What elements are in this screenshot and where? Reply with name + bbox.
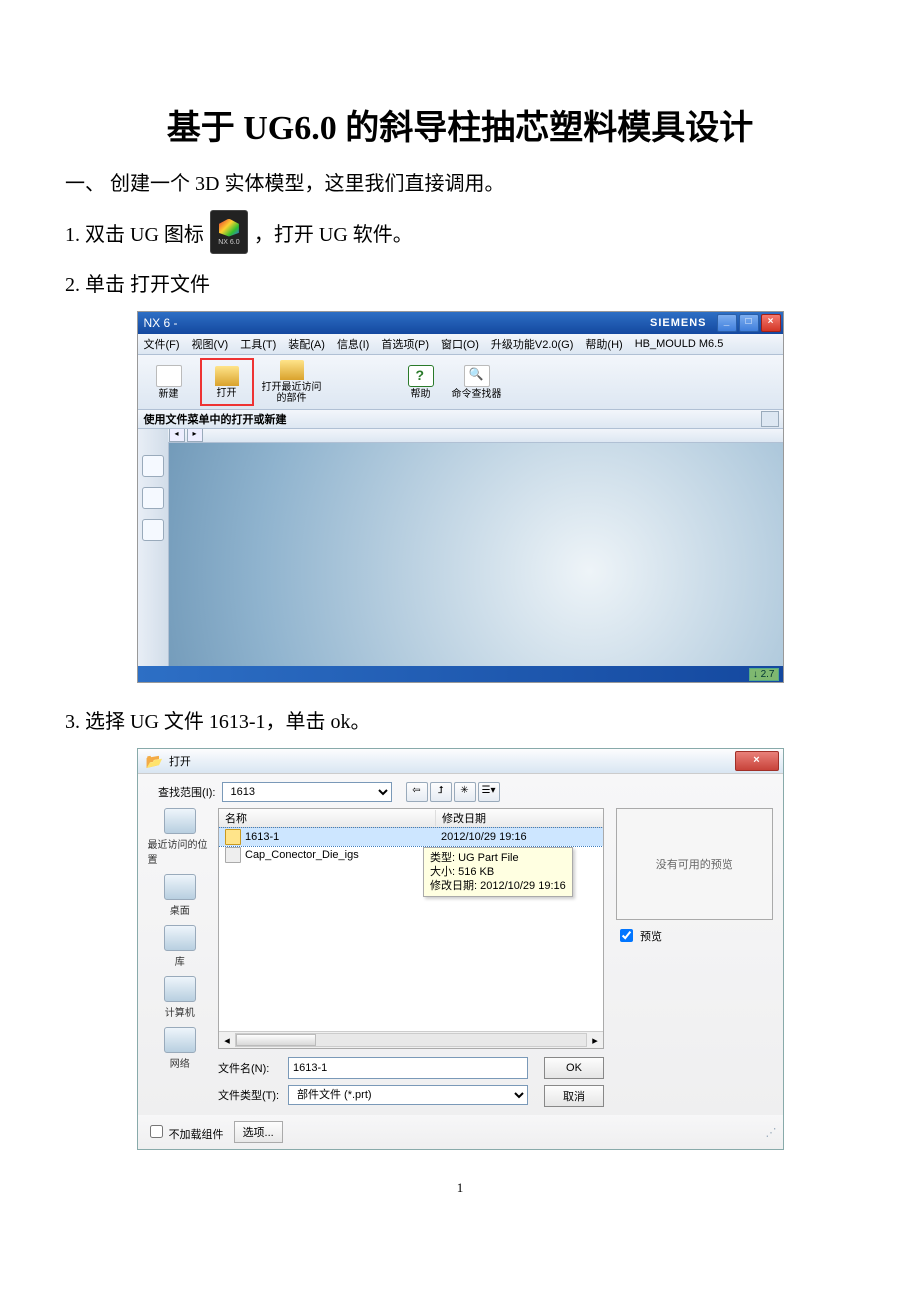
lookin-label: 查找范围(I): (148, 784, 216, 800)
preview-box: 没有可用的预览 (616, 808, 773, 920)
library-icon (164, 925, 196, 951)
open-folder-icon (215, 366, 239, 386)
nx6-toolbar: 新建 打开 打开最近访问的部件 帮助 命令查找器 (138, 355, 783, 410)
nx6-titlebar: NX 6 - SIEMENS _ □ × (138, 312, 783, 334)
scroll-left-button[interactable]: ◂ (169, 429, 185, 442)
options-button[interactable]: 选项... (234, 1121, 283, 1143)
resize-grip-icon[interactable]: ⋰ (766, 1126, 775, 1139)
nx6-menubar: 文件(F) 视图(V) 工具(T) 装配(A) 信息(I) 首选项(P) 窗口(… (138, 334, 783, 355)
sidebar-roles-icon[interactable] (142, 455, 164, 477)
menu-upgrade[interactable]: 升级功能V2.0(G) (491, 336, 574, 352)
ok-button[interactable]: OK (544, 1057, 604, 1079)
noload-checkbox-row[interactable]: 不加载组件 (146, 1122, 224, 1142)
step-2: 2. 单击 打开文件 (65, 268, 855, 297)
nx6-main-window-screenshot: NX 6 - SIEMENS _ □ × 文件(F) 视图(V) 工具(T) 装… (137, 311, 784, 683)
menu-window[interactable]: 窗口(O) (441, 336, 479, 352)
place-library[interactable]: 库 (164, 925, 196, 968)
preview-checkbox[interactable] (620, 929, 633, 942)
toolbar-command-finder[interactable]: 命令查找器 (452, 360, 502, 404)
step-1-text-a: 1. 双击 UG 图标 (65, 218, 204, 247)
filetype-label: 文件类型(T): (218, 1087, 282, 1103)
col-date-header[interactable]: 修改日期 (436, 810, 603, 826)
filename-label: 文件名(N): (218, 1060, 282, 1076)
sidebar-assembly-icon[interactable] (142, 519, 164, 541)
desktop-icon (164, 874, 196, 900)
file-row-1613-1[interactable]: 1613-1 2012/10/29 19:16 (219, 828, 603, 846)
dialog-icon: 📂 (146, 753, 163, 770)
help-icon (408, 365, 434, 387)
col-name-header[interactable]: 名称 (219, 810, 436, 826)
preview-checkbox-row[interactable]: 预览 (616, 926, 773, 945)
place-desktop[interactable]: 桌面 (164, 874, 196, 917)
toolbar-open[interactable]: 打开 (200, 358, 254, 406)
recent-places-icon (164, 808, 196, 834)
scroll-right-button[interactable]: ▸ (187, 429, 203, 442)
menu-prefs[interactable]: 首选项(P) (381, 336, 429, 352)
noload-checkbox[interactable] (150, 1125, 163, 1138)
nx6-status-bar: ↓ 2.7 (138, 666, 783, 682)
command-finder-icon (464, 365, 490, 387)
place-network[interactable]: 网络 (164, 1027, 196, 1070)
menu-file[interactable]: 文件(F) (144, 336, 180, 352)
section-1-heading: 一、 创建一个 3D 实体模型，这里我们直接调用。 (65, 167, 855, 196)
view-menu-button[interactable]: ☰▾ (478, 782, 500, 802)
places-bar: 最近访问的位置 桌面 库 计算机 网络 (148, 808, 213, 1107)
sidebar-history-icon[interactable] (142, 487, 164, 509)
nx6-icon-label: NX 6.0 (218, 239, 239, 246)
nx6-desktop-icon: NX 6.0 (210, 210, 248, 254)
menu-view[interactable]: 视图(V) (192, 336, 229, 352)
new-file-icon (156, 365, 182, 387)
open-dialog-screenshot: 📂 打开 × 查找范围(I): 1613 ⇦ ⮥ ✳ ☰▾ 最近访问的 (137, 748, 784, 1150)
place-recent[interactable]: 最近访问的位置 (148, 808, 213, 866)
page-number: 1 (65, 1180, 855, 1196)
prt-file-icon (225, 829, 241, 845)
toolbar-help[interactable]: 帮助 (396, 360, 446, 404)
status-value: ↓ 2.7 (749, 668, 779, 681)
filename-input[interactable] (288, 1057, 528, 1079)
up-folder-button[interactable]: ⮥ (430, 782, 452, 802)
toolbar-dropdown-icon[interactable] (761, 411, 779, 427)
dialog-titlebar: 📂 打开 × (138, 749, 783, 774)
lookin-select[interactable]: 1613 (222, 782, 392, 802)
open-recent-icon (280, 360, 304, 380)
file-tooltip: 类型: UG Part File 大小: 516 KB 修改日期: 2012/1… (423, 847, 573, 897)
step-1-text-b: ，打开 UG 软件。 (254, 218, 413, 247)
close-button[interactable]: × (761, 314, 781, 332)
menu-assembly[interactable]: 装配(A) (288, 336, 325, 352)
menu-info[interactable]: 信息(I) (337, 336, 369, 352)
dialog-title: 打开 (169, 753, 191, 769)
nx6-window-title: NX 6 - (144, 316, 178, 330)
siemens-brand: SIEMENS (650, 317, 707, 329)
menu-hbmould[interactable]: HB_MOULD M6.5 (635, 338, 724, 350)
step-3: 3. 选择 UG 文件 1613-1，单击 ok。 (65, 705, 855, 734)
nx6-left-sidebar (138, 429, 169, 666)
place-computer[interactable]: 计算机 (164, 976, 196, 1019)
minimize-button[interactable]: _ (717, 314, 737, 332)
dialog-close-button[interactable]: × (735, 751, 779, 771)
igs-file-icon (225, 847, 241, 863)
cancel-button[interactable]: 取消 (544, 1085, 604, 1107)
file-list[interactable]: 名称 修改日期 1613-1 2012/10/29 19:16 Cap_Cone… (218, 808, 604, 1049)
menu-tools[interactable]: 工具(T) (240, 336, 276, 352)
network-icon (164, 1027, 196, 1053)
back-button[interactable]: ⇦ (406, 782, 428, 802)
nx6-hint-bar: 使用文件菜单中的打开或新建 (138, 410, 783, 429)
menu-help[interactable]: 帮助(H) (585, 336, 622, 352)
new-folder-button[interactable]: ✳ (454, 782, 476, 802)
file-list-hscrollbar[interactable]: ◂▸ (219, 1031, 603, 1048)
step-1: 1. 双击 UG 图标 NX 6.0 ，打开 UG 软件。 (65, 210, 855, 254)
computer-icon (164, 976, 196, 1002)
maximize-button[interactable]: □ (739, 314, 759, 332)
document-title: 基于 UG6.0 的斜导柱抽芯塑料模具设计 (65, 100, 855, 149)
filetype-select[interactable]: 部件文件 (*.prt) (288, 1085, 528, 1105)
toolbar-open-recent[interactable]: 打开最近访问的部件 (260, 360, 324, 404)
toolbar-new[interactable]: 新建 (144, 360, 194, 404)
